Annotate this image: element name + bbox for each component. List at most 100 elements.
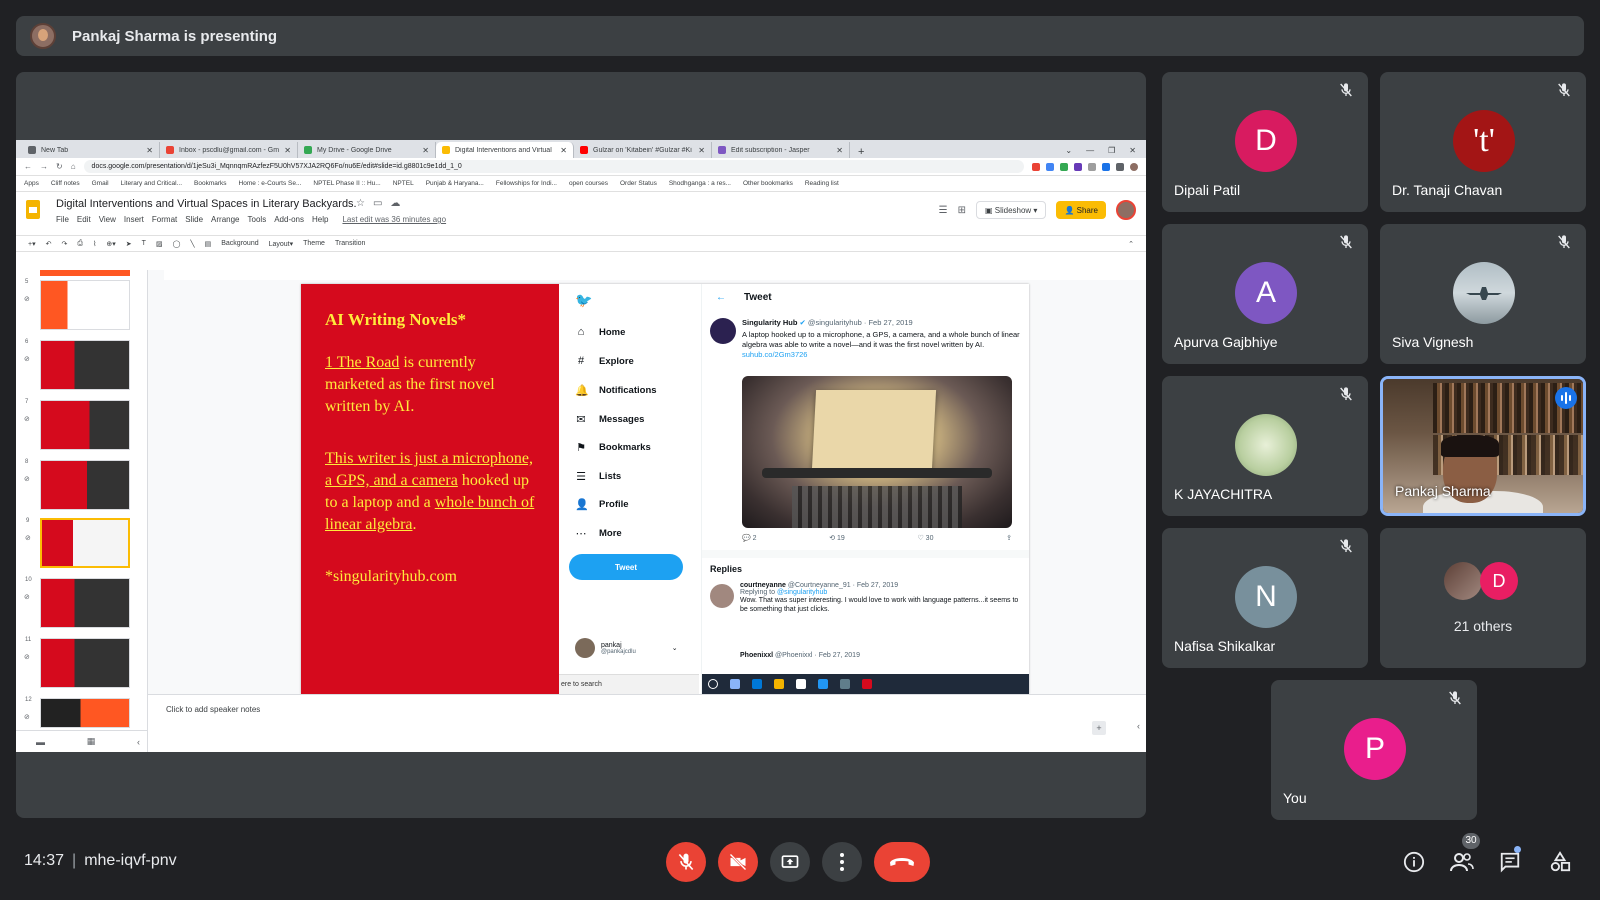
undo-icon[interactable]: ↶ (46, 240, 52, 248)
menu-insert[interactable]: Insert (124, 215, 144, 224)
others-tile[interactable]: D 21 others (1380, 528, 1586, 668)
menu-help[interactable]: Help (312, 215, 328, 224)
slide-link-the-road[interactable]: 1 The Road (325, 354, 399, 371)
chevron-left-icon[interactable]: ‹ (1137, 721, 1140, 731)
list-view-icon[interactable]: ▬ (36, 737, 45, 747)
url-field[interactable]: docs.google.com/presentation/d/1jeSu3i_M… (83, 160, 1024, 173)
browser-tab[interactable]: My Drive - Google Drive ✕ (298, 142, 436, 158)
bookmark-item[interactable]: Gmail (92, 180, 109, 187)
explore-icon[interactable]: + (1092, 721, 1106, 735)
line-icon[interactable]: ╲ (190, 240, 194, 248)
speaker-notes[interactable]: Click to add speaker notes + ‹ (148, 694, 1146, 752)
chat-button[interactable] (1496, 848, 1524, 876)
toolbar-transition[interactable]: Transition (335, 240, 365, 247)
comments-icon[interactable]: ☰ (939, 205, 948, 216)
participant-tile[interactable]: 't' Dr. Tanaji Chavan (1380, 72, 1586, 212)
menu-file[interactable]: File (56, 215, 69, 224)
menu-addons[interactable]: Add-ons (274, 215, 304, 224)
participant-tile[interactable]: Siva Vignesh (1380, 224, 1586, 364)
slide-thumbnail[interactable]: 8 ⊘ (24, 459, 130, 510)
meeting-code[interactable]: mhe-iqvf-pnv (84, 852, 176, 869)
slideshow-button[interactable]: ▣ Slideshow ▾ (975, 201, 1047, 219)
browser-tab[interactable]: New Tab ✕ (22, 142, 160, 158)
maximize-icon[interactable]: ❐ (1108, 146, 1115, 155)
camera-toggle-button[interactable] (718, 842, 758, 882)
slide-thumbnail[interactable] (40, 270, 130, 276)
activities-button[interactable] (1546, 848, 1574, 876)
extension-icon[interactable] (1088, 162, 1096, 171)
slide-thumbnail[interactable]: 10 ⊘ (24, 577, 130, 628)
slide-thumbnail[interactable]: 12 ⊘ (24, 697, 130, 728)
close-window-icon[interactable]: ✕ (1129, 146, 1136, 155)
menu-view[interactable]: View (99, 215, 116, 224)
toolbar-background[interactable]: Background (221, 240, 258, 247)
forward-icon[interactable]: → (40, 162, 48, 171)
toolbar-layout[interactable]: Layout▾ (269, 240, 294, 248)
menu-format[interactable]: Format (152, 215, 177, 224)
browser-tab-active[interactable]: Digital Interventions and Virtual ✕ (436, 142, 574, 158)
last-edit-link[interactable]: Last edit was 36 minutes ago (342, 215, 446, 224)
profile-icon[interactable] (1130, 162, 1138, 171)
close-icon[interactable]: ✕ (836, 146, 843, 155)
browser-tab[interactable]: Inbox - pscdlu@gmail.com - Gm ✕ (160, 142, 298, 158)
back-icon[interactable]: ← (24, 162, 32, 171)
slide-thumbnail[interactable]: 6 ⊘ (24, 339, 130, 390)
textbox-icon[interactable]: T (142, 240, 146, 247)
bookmark-item[interactable]: Punjab & Haryana... (426, 180, 484, 187)
chevron-down-icon[interactable]: ⌄ (1065, 146, 1072, 155)
extension-icon[interactable] (1060, 162, 1068, 171)
grid-view-icon[interactable]: ▦ (87, 736, 96, 747)
extension-icon[interactable] (1102, 162, 1110, 171)
shape-icon[interactable]: ◯ (173, 240, 181, 248)
more-options-button[interactable] (822, 842, 862, 882)
close-icon[interactable]: ✕ (698, 146, 705, 155)
extension-icon[interactable] (1074, 162, 1082, 171)
star-icon[interactable]: ☆ (356, 198, 373, 209)
collapse-icon[interactable]: ⌃ (1128, 240, 1134, 248)
meeting-details-button[interactable] (1400, 848, 1428, 876)
menu-arrange[interactable]: Arrange (211, 215, 239, 224)
select-icon[interactable]: ➤ (126, 240, 132, 248)
add-slide-icon[interactable]: +▾ (28, 240, 36, 248)
participant-tile[interactable]: N Nafisa Shikalkar (1162, 528, 1368, 668)
leave-call-button[interactable] (874, 842, 930, 882)
extension-icon[interactable] (1032, 162, 1040, 171)
present-options-icon[interactable]: ⊞ (958, 205, 966, 216)
new-tab-icon[interactable]: + (850, 146, 872, 158)
slide-thumbnail[interactable]: 5 ⊘ (24, 279, 130, 330)
slides-logo-icon[interactable] (26, 200, 40, 219)
extension-icon[interactable] (1046, 162, 1054, 171)
minimize-icon[interactable]: — (1086, 146, 1094, 155)
chevron-left-icon[interactable]: ‹ (137, 737, 140, 747)
bookmark-item[interactable]: Fellowships for Indi... (496, 180, 557, 187)
reload-icon[interactable]: ↻ (56, 162, 63, 171)
bookmark-item[interactable]: NPTEL Phase II :: Hu... (313, 180, 380, 187)
bookmark-item[interactable]: Bookmarks (194, 180, 227, 187)
close-icon[interactable]: ✕ (422, 146, 429, 155)
puzzle-icon[interactable] (1116, 162, 1124, 171)
toolbar-theme[interactable]: Theme (303, 240, 325, 247)
people-button[interactable] (1448, 848, 1476, 876)
print-icon[interactable]: ⎙ (77, 240, 83, 248)
present-now-button[interactable] (770, 842, 810, 882)
image-icon[interactable]: ▨ (156, 240, 163, 248)
slide-canvas[interactable]: AI Writing Novels* 1 The Road is current… (301, 284, 1029, 694)
paint-format-icon[interactable]: ⌇ (93, 240, 96, 248)
menu-edit[interactable]: Edit (77, 215, 91, 224)
comment-icon[interactable]: ▤ (205, 240, 212, 248)
menu-tools[interactable]: Tools (248, 215, 267, 224)
slide-thumbnail[interactable]: 11 ⊘ (24, 637, 130, 688)
bookmark-item[interactable]: open courses (569, 180, 608, 187)
slide-thumbnail-selected[interactable]: 9 ⊘ (25, 518, 130, 568)
bookmark-item[interactable]: Order Status (620, 180, 657, 187)
participant-tile[interactable]: D Dipali Patil (1162, 72, 1368, 212)
redo-icon[interactable]: ↷ (61, 240, 67, 248)
share-button[interactable]: 👤 Share (1056, 201, 1106, 219)
move-icon[interactable]: ▭ (373, 198, 390, 209)
close-icon[interactable]: ✕ (284, 146, 291, 155)
participant-tile-speaking[interactable]: Pankaj Sharma (1380, 376, 1586, 516)
browser-tab[interactable]: Gulzar on 'Kitabein' #Gulzar #Ki ✕ (574, 142, 712, 158)
bookmark-item[interactable]: NPTEL (393, 180, 414, 187)
slide-thumbnail[interactable]: 7 ⊘ (24, 399, 130, 450)
close-icon[interactable]: ✕ (560, 146, 567, 155)
